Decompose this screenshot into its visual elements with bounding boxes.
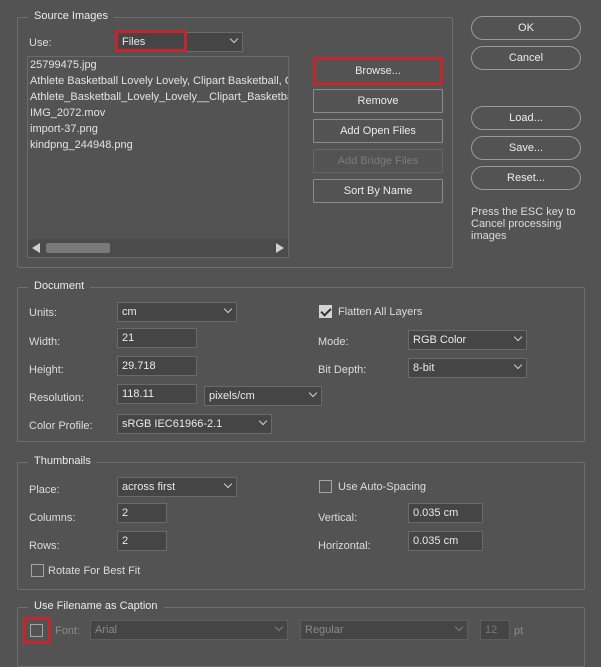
height-label: Height: (29, 364, 64, 376)
rows-field[interactable]: 2 (117, 531, 167, 551)
bit-depth-select[interactable]: 8-bit (408, 358, 527, 378)
chevron-down-icon (454, 622, 464, 632)
color-profile-select[interactable]: sRGB IEC61966-2.1 (117, 414, 272, 434)
resolution-label: Resolution: (29, 392, 85, 404)
height-field[interactable]: 29.718 (117, 356, 197, 376)
chevron-down-icon (274, 622, 284, 632)
list-item[interactable]: 25799475.jpg (28, 57, 288, 73)
font-style-select[interactable]: Regular (300, 620, 468, 640)
units-select[interactable]: cm (117, 302, 237, 322)
font-size-field[interactable]: 12 (480, 620, 510, 640)
thumbnails-legend: Thumbnails (28, 455, 97, 467)
bit-depth-label: Bit Depth: (318, 364, 367, 376)
reset-button[interactable]: Reset... (471, 166, 581, 190)
chevron-down-icon (223, 479, 233, 489)
list-item[interactable]: Athlete Basketball Lovely Lovely, Clipar… (28, 73, 288, 89)
chevron-down-icon (223, 304, 233, 314)
units-label: Units: (29, 307, 58, 319)
vertical-field[interactable]: 0.035 cm (408, 503, 483, 523)
use-label: Use: (29, 37, 52, 49)
file-list[interactable]: 25799475.jpg Athlete Basketball Lovely L… (27, 56, 289, 258)
browse-button-highlight (313, 57, 443, 85)
width-field[interactable]: 21 (117, 328, 197, 348)
color-profile-label: Color Profile: (29, 420, 93, 432)
units-select-value: cm (122, 306, 137, 318)
scrollbar-thumb[interactable] (46, 243, 110, 253)
flatten-layers-label: Flatten All Layers (338, 306, 423, 318)
vertical-label: Vertical: (318, 512, 358, 524)
source-images-legend: Source Images (28, 10, 114, 22)
horizontal-field[interactable]: 0.035 cm (408, 531, 483, 551)
cancel-button[interactable]: Cancel (471, 46, 581, 70)
horizontal-scrollbar[interactable] (28, 239, 288, 257)
columns-field[interactable]: 2 (117, 503, 167, 523)
chevron-down-icon (229, 34, 239, 44)
auto-spacing-label: Use Auto-Spacing (338, 481, 427, 493)
list-item[interactable]: import-37.png (28, 121, 288, 137)
rotate-best-fit-label: Rotate For Best Fit (48, 565, 141, 577)
scroll-right-icon[interactable] (276, 243, 284, 253)
mode-select[interactable]: RGB Color (408, 330, 527, 350)
resolution-field[interactable]: 118.11 (117, 384, 197, 404)
rotate-best-fit-checkbox[interactable] (31, 564, 44, 577)
list-item[interactable]: Athlete_Basketball_Lovely_Lovely__Clipar… (28, 89, 288, 105)
resolution-unit-value: pixels/cm (209, 390, 255, 402)
esc-note: Press the ESC key to Cancel processing i… (471, 206, 576, 242)
caption-legend: Use Filename as Caption (28, 600, 164, 612)
font-label: Font: (55, 625, 81, 637)
bit-depth-value: 8-bit (413, 362, 435, 374)
chevron-down-icon (258, 416, 268, 426)
save-button[interactable]: Save... (471, 136, 581, 160)
ok-button[interactable]: OK (471, 16, 581, 40)
sort-by-name-button[interactable]: Sort By Name (313, 179, 443, 203)
list-item[interactable]: IMG_2072.mov (28, 105, 288, 121)
width-label: Width: (29, 336, 61, 348)
auto-spacing-checkbox[interactable] (319, 480, 332, 493)
use-select-highlight (115, 30, 187, 52)
place-select-value: across first (122, 481, 176, 493)
chevron-down-icon (308, 388, 318, 398)
remove-button[interactable]: Remove (313, 89, 443, 113)
chevron-down-icon (513, 332, 523, 342)
horizontal-label: Horizontal: (318, 540, 371, 552)
rows-label: Rows: (29, 540, 60, 552)
scroll-left-icon[interactable] (32, 243, 40, 253)
color-profile-value: sRGB IEC61966-2.1 (122, 418, 223, 430)
font-style-value: Regular (305, 624, 344, 636)
caption-checkbox-highlight (23, 617, 51, 644)
font-size-unit: pt (514, 625, 524, 637)
load-button[interactable]: Load... (471, 106, 581, 130)
list-item[interactable]: kindpng_244948.png (28, 137, 288, 153)
font-select[interactable]: Arial (90, 620, 288, 640)
resolution-unit-select[interactable]: pixels/cm (204, 386, 322, 406)
flatten-layers-checkbox[interactable] (319, 305, 332, 318)
mode-select-value: RGB Color (413, 334, 467, 346)
mode-label: Mode: (318, 336, 349, 348)
font-select-value: Arial (95, 624, 118, 636)
place-label: Place: (29, 484, 60, 496)
add-open-files-button[interactable]: Add Open Files (313, 119, 443, 143)
add-bridge-files-button[interactable]: Add Bridge Files (313, 149, 443, 173)
chevron-down-icon (513, 360, 523, 370)
place-select[interactable]: across first (117, 477, 237, 497)
columns-label: Columns: (29, 512, 76, 524)
document-legend: Document (28, 280, 91, 292)
